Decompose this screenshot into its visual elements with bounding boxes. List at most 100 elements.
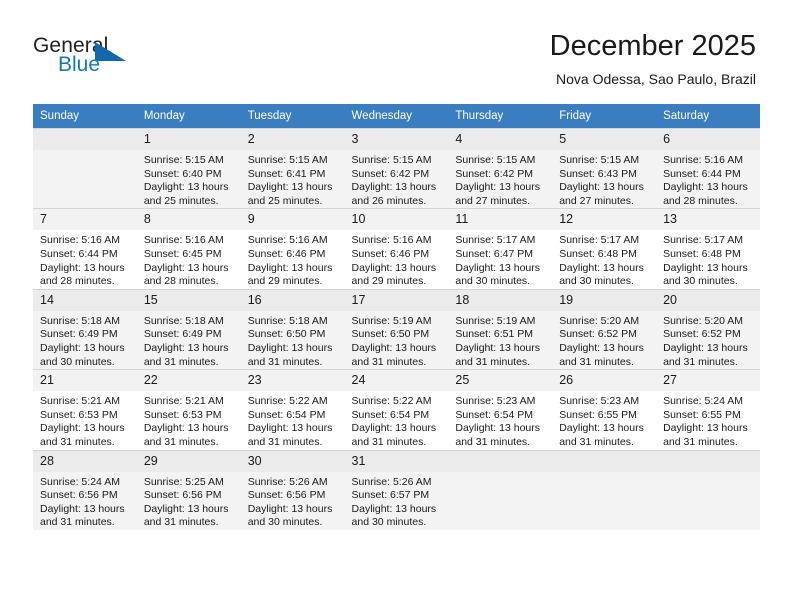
sunset-text: Sunset: 6:50 PM [247,328,326,341]
calendar-day-cell[interactable]: 19 Sunrise: 5:20 AM Sunset: 6:52 PM Dayligh… [552,288,657,370]
day-number-bar: 20 [656,289,760,311]
day-cell-inner: 6 Sunrise: 5:16 AM Sunset: 6:44 PM Daylight… [656,129,760,208]
calendar-day-cell[interactable]: 29 Sunrise: 5:25 AM Sunset: 6:56 PM Dayligh… [136,449,241,530]
day-details: Sunrise: 5:16 AM Sunset: 6:44 PM Daylight:… [40,230,130,288]
calendar-day-cell[interactable]: 25 Sunrise: 5:23 AM Sunset: 6:54 PM Dayligh… [448,369,553,450]
calendar-day-cell[interactable]: 26 Sunrise: 5:23 AM Sunset: 6:55 PM Dayligh… [552,369,657,450]
sunrise-text: Sunrise: 5:24 AM [40,475,120,488]
calendar-day-cell[interactable]: 22 Sunrise: 5:21 AM Sunset: 6:53 PM Dayligh… [136,369,241,450]
daylight-text-line2: and 31 minutes. [559,435,634,448]
daylight-text-line1: Daylight: 13 hours [455,181,541,194]
day-number-bar: 15 [136,289,241,311]
calendar-day-cell[interactable]: 8 Sunrise: 5:16 AM Sunset: 6:45 PM Daylight… [136,208,241,290]
day-number-bar: 27 [656,370,760,392]
general-blue-logo[interactable]: General Blue [33,34,183,84]
calendar-day-cell[interactable]: 31 Sunrise: 5:26 AM Sunset: 6:57 PM Dayligh… [344,449,449,530]
day-cell-inner: 27 Sunrise: 5:24 AM Sunset: 6:55 PM Dayligh… [656,370,760,449]
weekday-header-thursday: Thursday [448,104,553,129]
daylight-text-line1: Daylight: 13 hours [559,181,644,194]
calendar-day-cell[interactable]: 20 Sunrise: 5:20 AM Sunset: 6:52 PM Dayligh… [656,288,760,370]
daylight-text-line2: and 31 minutes. [247,355,323,368]
day-details: Sunrise: 5:19 AM Sunset: 6:51 PM Daylight:… [455,311,545,369]
day-cell-inner: 22 Sunrise: 5:21 AM Sunset: 6:53 PM Dayligh… [136,370,241,449]
day-number: 16 [247,292,262,307]
calendar-day-cell[interactable]: 16 Sunrise: 5:18 AM Sunset: 6:50 PM Dayligh… [240,288,345,370]
sunset-text: Sunset: 6:55 PM [559,408,637,421]
day-details [559,472,649,476]
calendar-day-cell[interactable]: 28 Sunrise: 5:24 AM Sunset: 6:56 PM Dayligh… [33,449,137,530]
calendar-day-cell[interactable]: 7 Sunrise: 5:16 AM Sunset: 6:44 PM Daylight… [33,208,137,290]
day-number-bar: 4 [448,129,553,150]
calendar-day-cell[interactable]: 18 Sunrise: 5:19 AM Sunset: 6:51 PM Dayligh… [448,288,553,370]
daylight-text-line2: and 29 minutes. [247,275,323,288]
calendar-week-row: 21 Sunrise: 5:21 AM Sunset: 6:53 PM Dayligh… [33,369,760,450]
daylight-text-line2: and 30 minutes. [351,516,427,529]
weekday-header-wednesday: Wednesday [344,104,449,129]
calendar-day-cell[interactable]: 3 Sunrise: 5:15 AM Sunset: 6:42 PM Daylight… [344,127,449,209]
daylight-text-line2: and 25 minutes. [247,194,323,207]
sunset-text: Sunset: 6:41 PM [247,167,326,180]
calendar-day-cell[interactable]: 4 Sunrise: 5:15 AM Sunset: 6:42 PM Daylight… [448,127,553,209]
calendar-day-cell[interactable]: 27 Sunrise: 5:24 AM Sunset: 6:55 PM Dayligh… [656,369,760,450]
day-number: 14 [40,292,54,307]
calendar-day-cell[interactable]: 30 Sunrise: 5:26 AM Sunset: 6:56 PM Dayligh… [240,449,345,530]
day-number: 8 [143,212,151,227]
day-number-bar: 8 [136,209,241,231]
day-details: Sunrise: 5:15 AM Sunset: 6:43 PM Daylight:… [559,150,649,208]
daylight-text-line1: Daylight: 13 hours [351,181,437,194]
day-cell-inner: 1 Sunrise: 5:15 AM Sunset: 6:40 PM Daylight… [136,129,241,208]
day-details: Sunrise: 5:26 AM Sunset: 6:56 PM Daylight:… [248,472,338,530]
daylight-text-line1: Daylight: 13 hours [351,422,437,435]
calendar-day-cell[interactable]: 11 Sunrise: 5:17 AM Sunset: 6:47 PM Dayligh… [448,208,553,290]
calendar-day-cell[interactable]: 9 Sunrise: 5:16 AM Sunset: 6:46 PM Daylight… [240,208,345,290]
daylight-text-line2: and 31 minutes. [143,516,219,529]
day-number: 4 [455,132,463,146]
calendar-day-cell[interactable]: 13 Sunrise: 5:17 AM Sunset: 6:48 PM Dayligh… [656,208,760,290]
day-cell-inner: 20 Sunrise: 5:20 AM Sunset: 6:52 PM Dayligh… [656,289,760,369]
location-subtitle: Nova Odessa, Sao Paulo, Brazil [556,71,756,87]
day-cell-inner: 19 Sunrise: 5:20 AM Sunset: 6:52 PM Dayligh… [552,289,657,369]
day-details: Sunrise: 5:15 AM Sunset: 6:41 PM Daylight:… [248,150,338,208]
calendar-day-cell[interactable]: 15 Sunrise: 5:18 AM Sunset: 6:49 PM Dayligh… [136,288,241,370]
calendar-day-cell[interactable]: 24 Sunrise: 5:22 AM Sunset: 6:54 PM Dayligh… [344,369,449,450]
calendar-day-cell[interactable]: 2 Sunrise: 5:15 AM Sunset: 6:41 PM Daylight… [240,127,345,209]
calendar-day-cell[interactable]: 23 Sunrise: 5:22 AM Sunset: 6:54 PM Dayligh… [240,369,345,450]
sunset-text: Sunset: 6:42 PM [351,167,430,180]
calendar-day-cell[interactable]: 6 Sunrise: 5:16 AM Sunset: 6:44 PM Daylight… [656,127,760,209]
daylight-text-line1: Daylight: 13 hours [247,422,333,435]
sunset-text: Sunset: 6:50 PM [351,328,430,341]
day-cell-inner: 9 Sunrise: 5:16 AM Sunset: 6:46 PM Daylight… [240,209,345,288]
sunrise-text: Sunrise: 5:15 AM [559,154,640,166]
calendar-day-cell[interactable]: 1 Sunrise: 5:15 AM Sunset: 6:40 PM Daylight… [136,127,241,209]
day-cell-inner [656,450,760,476]
calendar-day-cell-empty [33,127,137,209]
calendar-day-cell[interactable]: 10 Sunrise: 5:16 AM Sunset: 6:46 PM Dayligh… [344,208,449,290]
calendar-header-row: Sunday Monday Tuesday Wednesday Thursday Frid… [33,104,760,129]
day-number: 12 [559,212,574,227]
sunrise-text: Sunrise: 5:23 AM [559,395,640,408]
calendar-day-cell[interactable]: 12 Sunrise: 5:17 AM Sunset: 6:48 PM Dayligh… [552,208,657,290]
day-number: 19 [559,292,574,307]
sunset-text: Sunset: 6:54 PM [247,408,326,421]
calendar-day-cell[interactable]: 17 Sunrise: 5:19 AM Sunset: 6:50 PM Dayligh… [344,288,449,370]
daylight-text-line2: and 28 minutes. [143,275,219,288]
daylight-text-line2: and 30 minutes. [40,355,115,368]
calendar-day-cell[interactable]: 21 Sunrise: 5:21 AM Sunset: 6:53 PM Dayligh… [33,369,137,450]
day-cell-inner: 23 Sunrise: 5:22 AM Sunset: 6:54 PM Dayligh… [240,370,345,449]
day-number [559,454,649,468]
day-cell-inner: 15 Sunrise: 5:18 AM Sunset: 6:49 PM Dayligh… [136,289,241,369]
sunrise-text: Sunrise: 5:22 AM [351,395,432,408]
sunrise-text: Sunrise: 5:26 AM [351,475,432,488]
sunset-text: Sunset: 6:48 PM [559,247,637,260]
daylight-text-line1: Daylight: 13 hours [143,261,229,274]
day-cell-inner: 4 Sunrise: 5:15 AM Sunset: 6:42 PM Daylight… [448,129,553,208]
sunrise-text: Sunrise: 5:15 AM [143,154,224,166]
sunrise-text: Sunrise: 5:15 AM [247,154,328,166]
day-number: 18 [455,292,470,307]
daylight-text-line2: and 31 minutes. [663,435,738,448]
day-details: Sunrise: 5:15 AM Sunset: 6:42 PM Daylight:… [455,150,545,208]
calendar-day-cell[interactable]: 5 Sunrise: 5:15 AM Sunset: 6:43 PM Daylight… [552,127,657,209]
day-cell-inner [33,129,137,154]
calendar-day-cell[interactable]: 14 Sunrise: 5:18 AM Sunset: 6:49 PM Dayligh… [33,288,137,370]
daylight-text-line1: Daylight: 13 hours [247,261,333,274]
